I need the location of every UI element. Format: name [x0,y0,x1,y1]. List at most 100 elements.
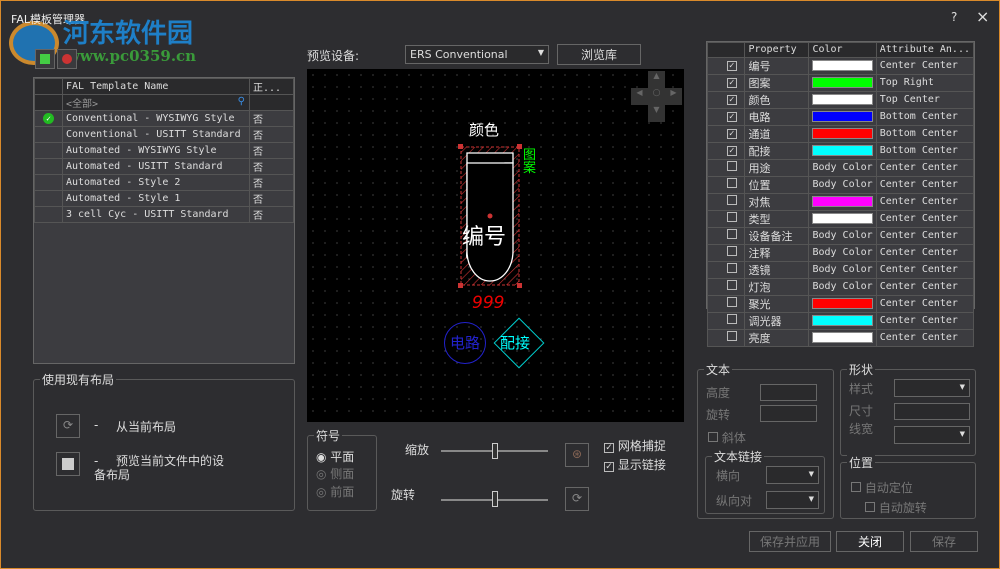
add-template-button[interactable] [35,49,55,69]
color-swatch[interactable] [812,213,873,225]
radio-side[interactable]: ◎ 侧面 [316,465,354,482]
color-cell[interactable]: Body Color [808,243,877,262]
color-cell[interactable] [808,209,877,228]
visibility-checkbox[interactable] [706,243,746,262]
template-row[interactable]: ✓ Conventional - WYSIWYG Style 否 [34,110,294,127]
visibility-checkbox[interactable] [706,209,746,228]
anchor-cell[interactable]: Center Center [875,328,975,347]
visibility-checkbox[interactable] [706,226,746,245]
property-row[interactable]: 设备备注 Body Color Center Center [706,226,975,245]
template-row[interactable]: Automated - Style 2否 [34,174,294,191]
anchor-cell[interactable]: Top Center [875,90,975,109]
property-row[interactable]: ✓ 通道 Bottom Center [706,124,975,143]
grid-snap-checkbox[interactable]: ✓ 网格捕捉 [604,437,666,454]
anchor-cell[interactable]: Center Center [875,192,975,211]
anchor-cell[interactable]: Center Center [875,56,975,75]
show-links-checkbox[interactable]: ✓ 显示链接 [604,456,666,473]
color-swatch[interactable] [812,298,873,310]
column-header-anchor[interactable]: Attribute An... [875,42,975,58]
color-cell[interactable] [808,294,877,313]
pan-right-icon[interactable]: ▶ [665,88,682,105]
search-icon[interactable]: ⚲ [238,96,245,107]
delete-template-button[interactable] [57,49,77,69]
template-row[interactable]: Automated - Style 1否 [34,190,294,207]
color-cell[interactable]: Body Color [808,277,877,296]
color-swatch[interactable] [812,111,873,123]
auto-position-checkbox[interactable]: 自动定位 [851,479,913,496]
property-row[interactable]: 位置 Body Color Center Center [706,175,975,194]
anchor-cell[interactable]: Center Center [875,294,975,313]
column-header-color[interactable]: Color [808,42,877,58]
anchor-cell[interactable]: Bottom Center [875,141,975,160]
color-cell[interactable] [808,328,877,347]
property-row[interactable]: 调光器 Center Center [706,311,975,330]
property-row[interactable]: ✓ 编号 Center Center [706,56,975,75]
visibility-checkbox[interactable] [706,328,746,347]
visibility-checkbox[interactable]: ✓ [706,73,746,92]
save-button[interactable]: 保存 [910,531,978,552]
property-row[interactable]: 用途 Body Color Center Center [706,158,975,177]
fixture-symbol[interactable] [455,141,525,291]
color-cell[interactable] [808,124,877,143]
visibility-checkbox[interactable] [706,277,746,296]
visibility-checkbox[interactable] [706,175,746,194]
color-cell[interactable] [808,192,877,211]
property-row[interactable]: ✓ 图案 Top Right [706,73,975,92]
anchor-cell[interactable]: Center Center [875,260,975,279]
filter-input[interactable]: <全部> ⚲ [62,94,250,111]
radio-front[interactable]: ◎ 前面 [316,483,354,500]
visibility-checkbox[interactable]: ✓ [706,56,746,75]
from-current-layout-button[interactable]: ⟳ [56,414,80,438]
visibility-checkbox[interactable] [706,311,746,330]
visibility-checkbox[interactable] [706,158,746,177]
visibility-checkbox[interactable] [706,294,746,313]
color-swatch[interactable] [812,128,873,140]
color-swatch[interactable] [812,94,873,106]
pan-center-icon[interactable]: ○ [648,88,665,105]
text-rotation-spinner[interactable] [760,405,817,422]
zoom-slider-thumb[interactable] [491,443,498,459]
template-row[interactable]: Conventional - USITT Standard 否 [34,126,294,143]
property-row[interactable]: ✓ 配接 Bottom Center [706,141,975,160]
anchor-cell[interactable]: Bottom Center [875,124,975,143]
shape-size-spinner[interactable] [894,403,970,420]
anchor-cell[interactable]: Center Center [875,175,975,194]
anchor-cell[interactable]: Bottom Center [875,107,975,126]
anchor-cell[interactable]: Center Center [875,277,975,296]
pan-up-icon[interactable]: ▲ [648,71,665,88]
visibility-checkbox[interactable]: ✓ [706,141,746,160]
auto-rotate-checkbox[interactable]: 自动旋转 [865,499,927,516]
text-height-spinner[interactable] [760,384,817,401]
color-cell[interactable] [808,90,877,109]
color-cell[interactable] [808,107,877,126]
color-cell[interactable] [808,311,877,330]
radio-plan[interactable]: ◉ 平面 [316,448,354,465]
template-row[interactable]: Automated - USITT Standard 否 [34,158,294,175]
color-cell[interactable]: Body Color [808,260,877,279]
preview-canvas[interactable]: ▲ ◀ ○ ▶ ▼ 颜色 图案 编号 999 电路 配接 [307,69,684,422]
anchor-cell[interactable]: Center Center [875,209,975,228]
property-row[interactable]: 透镜 Body Color Center Center [706,260,975,279]
anchor-cell[interactable]: Center Center [875,311,975,330]
line-width-select[interactable]: ▼ [894,426,970,444]
visibility-checkbox[interactable] [706,260,746,279]
help-button[interactable]: ? [951,10,957,24]
pan-down-icon[interactable]: ▼ [648,105,665,122]
color-swatch[interactable] [812,77,873,89]
property-row[interactable]: 类型 Center Center [706,209,975,228]
save-apply-button[interactable]: 保存并应用 [749,531,831,552]
visibility-checkbox[interactable]: ✓ [706,107,746,126]
visibility-checkbox[interactable]: ✓ [706,124,746,143]
color-swatch[interactable] [812,60,873,72]
column-header-flag[interactable]: 正... [249,78,294,95]
horizontal-select[interactable]: ▼ [766,466,819,484]
preview-layout-button[interactable] [56,452,80,476]
template-row[interactable]: 3 cell Cyc - USITT Standard 否 [34,206,294,223]
italic-checkbox[interactable]: 斜体 [708,429,746,446]
vertical-select[interactable]: ▼ [766,491,819,509]
visibility-checkbox[interactable] [706,192,746,211]
color-cell[interactable]: Body Color [808,158,877,177]
pan-control[interactable]: ▲ ◀ ○ ▶ ▼ [631,71,683,123]
color-swatch[interactable] [812,145,873,157]
property-row[interactable]: 亮度 Center Center [706,328,975,347]
